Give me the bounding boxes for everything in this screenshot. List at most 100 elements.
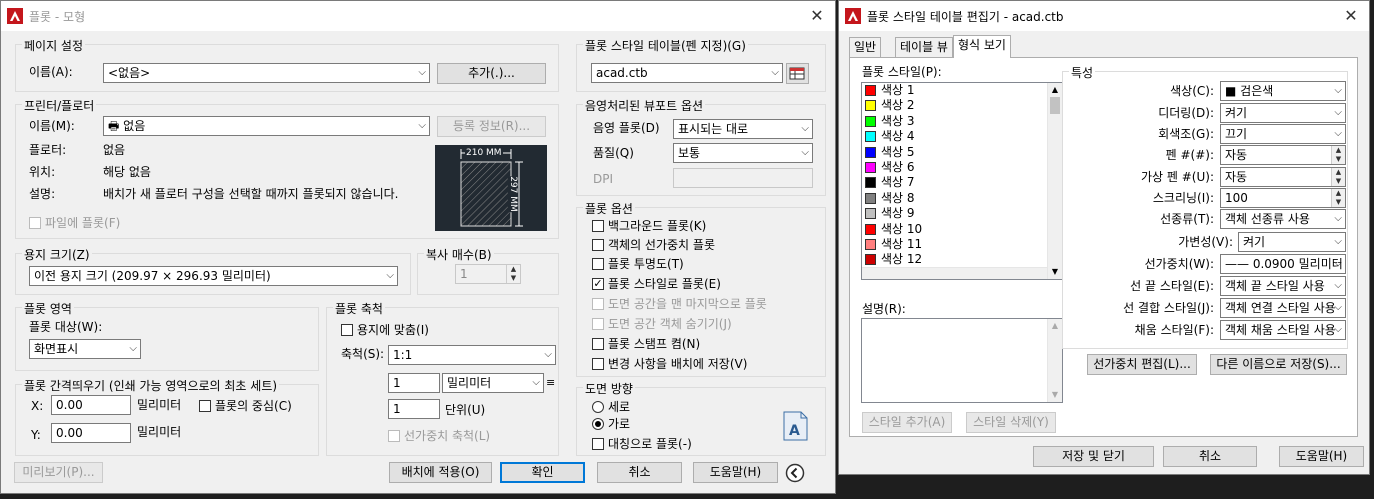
plot-style-name: 색상 9 bbox=[881, 206, 915, 221]
scroll-down-icon[interactable]: ▼ bbox=[1048, 265, 1062, 279]
tab-table-view[interactable]: 테이블 뷰 bbox=[895, 37, 953, 57]
background-plot-checkbox[interactable]: 백그라운드 플롯(K) bbox=[592, 218, 706, 234]
close-icon[interactable]: ✕ bbox=[1341, 6, 1361, 26]
plot-style-item[interactable]: 색상 9 bbox=[862, 206, 1062, 221]
lineweight-combo[interactable]: —— 0.0900 밀리미터 ⌵ bbox=[1220, 254, 1346, 274]
styles-hscrollbar[interactable] bbox=[862, 267, 1047, 279]
styles-scrollbar[interactable]: ▲ ▼ bbox=[1047, 83, 1062, 279]
dpi-input[interactable] bbox=[673, 168, 813, 188]
edit-lineweights-button[interactable]: 선가중치 편집(L)... bbox=[1087, 354, 1197, 375]
paper-size-combo[interactable]: 이전 용지 크기 (209.97 × 296.93 밀리미터) ⌵ bbox=[29, 266, 398, 286]
plot-style-item[interactable]: 색상 8 bbox=[862, 191, 1062, 206]
cancel-button[interactable]: 취소 bbox=[597, 462, 682, 483]
description-box[interactable]: ▲ ▼ bbox=[861, 318, 1063, 403]
screening-input[interactable]: 100 ▲ ▼ bbox=[1220, 188, 1346, 208]
dither-label: 디더링(D): bbox=[1158, 106, 1214, 120]
object-lineweights-checkbox[interactable]: 객체의 선가중치 플롯 bbox=[592, 237, 715, 253]
fit-to-paper-checkbox[interactable]: 용지에 맞춤(I) bbox=[341, 322, 429, 338]
tab-form-view[interactable]: 형식 보기 bbox=[953, 35, 1011, 58]
copies-spinner[interactable]: ▲ ▼ bbox=[506, 265, 520, 283]
page-setup-add-button[interactable]: 추가(.)... bbox=[437, 63, 546, 84]
color-value: ■ 검은색 bbox=[1225, 84, 1274, 98]
color-swatch bbox=[865, 177, 876, 189]
offset-y-input[interactable]: 0.00 bbox=[51, 423, 131, 443]
preview-width-label: 210 MM bbox=[465, 148, 503, 158]
paperspace-last-checkbox[interactable]: 도면 공간을 맨 마지막으로 플롯 bbox=[592, 296, 767, 312]
preview-button[interactable]: 미리보기(P)... bbox=[14, 462, 103, 483]
virtual-pen-input[interactable]: 자동 ▲ ▼ bbox=[1220, 167, 1346, 187]
description-scrollbar[interactable]: ▲ ▼ bbox=[1047, 319, 1062, 402]
color-combo[interactable]: ■ 검은색 ⌵ bbox=[1220, 81, 1346, 101]
plot-styles-list[interactable]: 색상 1 색상 2 색상 3 색상 4 색상 5 색상 6 색상 7 색상 8 색상 9 색상 1… bbox=[861, 82, 1063, 280]
plot-with-styles-checkbox[interactable]: ✓ 플롯 스타일로 플롯(E) bbox=[592, 276, 721, 292]
style-table-combo[interactable]: acad.ctb ⌵ bbox=[591, 63, 783, 83]
center-plot-checkbox[interactable]: 플롯의 중심(C) bbox=[199, 398, 292, 414]
help-button[interactable]: 도움말(H) bbox=[693, 462, 778, 483]
quality-combo[interactable]: 보통 ⌵ bbox=[673, 143, 813, 163]
plot-style-item[interactable]: 색상 4 bbox=[862, 129, 1062, 144]
scale-value-2-input[interactable]: 1 bbox=[388, 399, 440, 419]
ok-button[interactable]: 확인 bbox=[500, 462, 585, 483]
plot-style-item[interactable]: 색상 3 bbox=[862, 114, 1062, 129]
pen-number-input[interactable]: 자동 ▲ ▼ bbox=[1220, 145, 1346, 165]
collapse-options-icon[interactable] bbox=[785, 463, 805, 483]
spinner-icon[interactable]: ▲ ▼ bbox=[1331, 189, 1345, 207]
editor-cancel-button[interactable]: 취소 bbox=[1163, 446, 1257, 467]
delete-style-button[interactable]: 스타일 삭제(Y) bbox=[966, 412, 1056, 433]
offset-x-input[interactable]: 0.00 bbox=[51, 395, 131, 415]
close-icon[interactable]: ✕ bbox=[807, 6, 827, 26]
spinner-icon[interactable]: ▲ ▼ bbox=[1331, 168, 1345, 186]
line-end-style-combo[interactable]: 객체 끝 스타일 사용 ⌵ bbox=[1220, 276, 1346, 296]
fill-style-combo[interactable]: 객체 채움 스타일 사용 ⌵ bbox=[1220, 320, 1346, 340]
grayscale-combo[interactable]: 끄기 ⌵ bbox=[1220, 124, 1346, 144]
scale-label: 축척(S): bbox=[341, 347, 385, 361]
plot-style-item[interactable]: 색상 6 bbox=[862, 160, 1062, 175]
edit-style-table-button[interactable] bbox=[786, 63, 809, 84]
spinner-icon[interactable]: ▲ ▼ bbox=[1331, 146, 1345, 164]
dither-combo[interactable]: 켜기 ⌵ bbox=[1220, 103, 1346, 123]
plot-transparency-checkbox[interactable]: 플롯 투명도(T) bbox=[592, 256, 684, 272]
upside-down-checkbox[interactable]: 대칭으로 플롯(-) bbox=[592, 436, 692, 452]
plot-style-item[interactable]: 색상 7 bbox=[862, 175, 1062, 190]
plot-what-combo[interactable]: 화면표시 ⌵ bbox=[29, 339, 141, 359]
printer-name-combo[interactable]: 🖶 없음 ⌵ bbox=[103, 116, 430, 136]
page-setup-name-combo[interactable]: <없음> ⌵ bbox=[103, 63, 430, 83]
scale-combo[interactable]: 1:1 ⌵ bbox=[388, 345, 556, 365]
plot-style-item[interactable]: 색상 1 bbox=[862, 83, 1062, 98]
quality-label: 품질(Q) bbox=[593, 146, 634, 160]
scale-lineweights-checkbox[interactable]: 선가중치 축척(L) bbox=[388, 428, 490, 444]
plot-what-label: 플롯 대상(W): bbox=[29, 320, 103, 334]
linetype-combo[interactable]: 객체 선종류 사용 ⌵ bbox=[1220, 209, 1346, 229]
save-and-close-button[interactable]: 저장 및 닫기 bbox=[1033, 446, 1154, 467]
portrait-radio[interactable]: 세로 bbox=[592, 399, 630, 415]
printer-properties-button[interactable]: 등록 정보(R)... bbox=[437, 116, 546, 137]
shade-plot-combo[interactable]: 표시되는 대로 ⌵ bbox=[673, 119, 813, 139]
save-changes-checkbox[interactable]: 변경 사항을 배치에 저장(V) bbox=[592, 356, 747, 372]
where-value: 해당 없음 bbox=[103, 165, 151, 179]
plot-style-item[interactable]: 색상 10 bbox=[862, 222, 1062, 237]
landscape-radio[interactable]: 가로 bbox=[592, 416, 630, 432]
line-join-style-combo[interactable]: 객체 연결 스타일 사용 ⌵ bbox=[1220, 298, 1346, 318]
copies-input[interactable]: 1 ▲ ▼ bbox=[455, 264, 521, 284]
scale-unit-combo[interactable]: 밀리미터 ⌵ bbox=[442, 373, 544, 393]
plot-style-item[interactable]: 색상 11 bbox=[862, 237, 1062, 252]
scroll-thumb[interactable] bbox=[1050, 97, 1060, 114]
plot-style-item[interactable]: 색상 2 bbox=[862, 98, 1062, 113]
plot-style-item[interactable]: 색상 5 bbox=[862, 145, 1062, 160]
plot-to-file-checkbox[interactable]: 파일에 플롯(F) bbox=[29, 215, 120, 231]
save-as-button[interactable]: 다른 이름으로 저장(S)... bbox=[1210, 354, 1347, 375]
plot-options-label: 플롯 옵션 bbox=[583, 200, 635, 217]
scroll-up-icon[interactable]: ▲ bbox=[1048, 83, 1062, 97]
plot-style-item[interactable]: 색상 12 bbox=[862, 252, 1062, 267]
plot-stamp-checkbox[interactable]: 플롯 스탬프 켬(N) bbox=[592, 336, 700, 352]
adaptive-combo[interactable]: 켜기 ⌵ bbox=[1238, 232, 1346, 252]
scale-value-1-input[interactable]: 1 bbox=[388, 373, 440, 393]
tab-general[interactable]: 일반 bbox=[849, 37, 882, 57]
scroll-down-icon[interactable]: ▼ bbox=[1048, 388, 1062, 402]
lineweight-label: 선가중치(W): bbox=[1144, 257, 1214, 271]
hide-paperspace-checkbox[interactable]: 도면 공간 객체 숨기기(J) bbox=[592, 316, 732, 332]
apply-to-layout-button[interactable]: 배치에 적용(O) bbox=[389, 462, 492, 483]
add-style-button[interactable]: 스타일 추가(A) bbox=[862, 412, 952, 433]
editor-help-button[interactable]: 도움말(H) bbox=[1279, 446, 1364, 467]
scroll-up-icon[interactable]: ▲ bbox=[1048, 319, 1062, 333]
